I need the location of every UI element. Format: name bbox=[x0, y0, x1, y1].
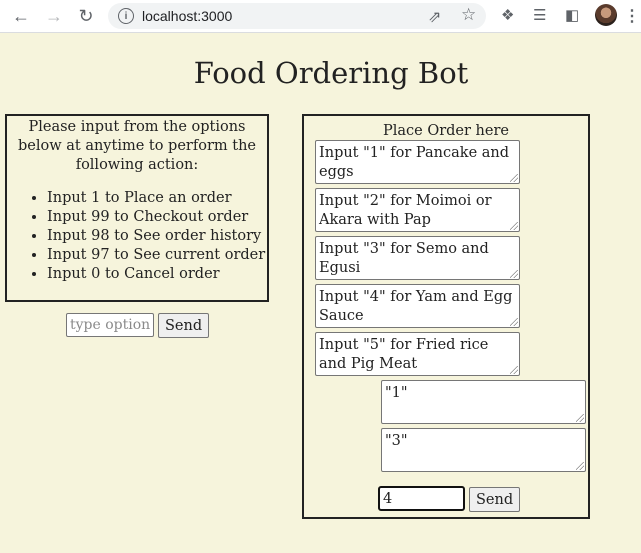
page-title: Food Ordering Bot bbox=[193, 56, 469, 90]
site-info-icon[interactable]: i bbox=[118, 8, 134, 24]
menu-icon[interactable]: ⋮ bbox=[624, 6, 640, 26]
user-message-text: "1" bbox=[385, 385, 408, 401]
user-message[interactable]: "3" bbox=[381, 428, 586, 472]
reading-list-icon[interactable]: ☰ bbox=[533, 6, 546, 24]
bot-message[interactable]: Input "3" for Semo and Egusi bbox=[315, 236, 520, 280]
bot-message[interactable]: Input "1" for Pancake and eggs bbox=[315, 140, 520, 184]
options-intro: Please input from the options below at a… bbox=[17, 119, 256, 173]
resize-handle-icon[interactable] bbox=[510, 174, 518, 182]
user-message[interactable]: "1" bbox=[381, 380, 586, 424]
bot-message[interactable]: Input "5" for Fried rice and Pig Meat bbox=[315, 332, 520, 376]
resize-handle-icon[interactable] bbox=[510, 270, 518, 278]
option-item: Input 98 to See order history bbox=[47, 227, 267, 246]
option-item: Input 97 to See current order bbox=[47, 246, 267, 265]
option-send-button[interactable]: Send bbox=[158, 313, 210, 338]
bot-message-text: Input "2" for Moimoi or Akara with Pap bbox=[319, 193, 492, 228]
extensions-icon[interactable]: ❖ bbox=[501, 6, 514, 24]
address-bar[interactable]: i localhost:3000 ⇗ ☆ bbox=[108, 3, 486, 29]
bot-message[interactable]: Input "4" for Yam and Egg Sauce bbox=[315, 284, 520, 328]
browser-toolbar: ← → ↻ i localhost:3000 ⇗ ☆ ❖ ☰ ◧ ⋮ bbox=[0, 0, 641, 33]
resize-handle-icon[interactable] bbox=[576, 462, 584, 470]
chat-input[interactable] bbox=[378, 486, 465, 511]
chat-title: Place Order here bbox=[382, 123, 509, 139]
share-icon[interactable]: ⇗ bbox=[428, 7, 441, 27]
resize-handle-icon[interactable] bbox=[510, 222, 518, 230]
forward-icon[interactable]: → bbox=[43, 5, 65, 27]
url-text: localhost:3000 bbox=[142, 8, 233, 24]
chat-panel: Place Order here Input "1" for Pancake a… bbox=[302, 114, 590, 519]
options-panel: Please input from the options below at a… bbox=[5, 114, 269, 302]
user-message-text: "3" bbox=[385, 433, 408, 449]
chat-send-button[interactable]: Send bbox=[469, 487, 521, 512]
profile-avatar[interactable] bbox=[595, 4, 617, 26]
back-icon[interactable]: ← bbox=[10, 5, 32, 27]
resize-handle-icon[interactable] bbox=[510, 318, 518, 326]
resize-handle-icon[interactable] bbox=[576, 414, 584, 422]
bot-message-text: Input "1" for Pancake and eggs bbox=[319, 145, 510, 180]
side-panel-icon[interactable]: ◧ bbox=[565, 6, 579, 24]
option-item: Input 0 to Cancel order bbox=[47, 265, 267, 284]
bot-message-text: Input "3" for Semo and Egusi bbox=[319, 241, 489, 276]
reload-icon[interactable]: ↻ bbox=[75, 5, 97, 27]
bot-message-text: Input "5" for Fried rice and Pig Meat bbox=[319, 337, 489, 372]
bot-message[interactable]: Input "2" for Moimoi or Akara with Pap bbox=[315, 188, 520, 232]
option-item: Input 99 to Checkout order bbox=[47, 208, 267, 227]
resize-handle-icon[interactable] bbox=[510, 366, 518, 374]
options-list: Input 1 to Place an order Input 99 to Ch… bbox=[7, 189, 267, 284]
bookmark-star-icon[interactable]: ☆ bbox=[461, 5, 476, 25]
bot-message-text: Input "4" for Yam and Egg Sauce bbox=[319, 289, 513, 324]
option-item: Input 1 to Place an order bbox=[47, 189, 267, 208]
option-input[interactable] bbox=[66, 313, 154, 337]
